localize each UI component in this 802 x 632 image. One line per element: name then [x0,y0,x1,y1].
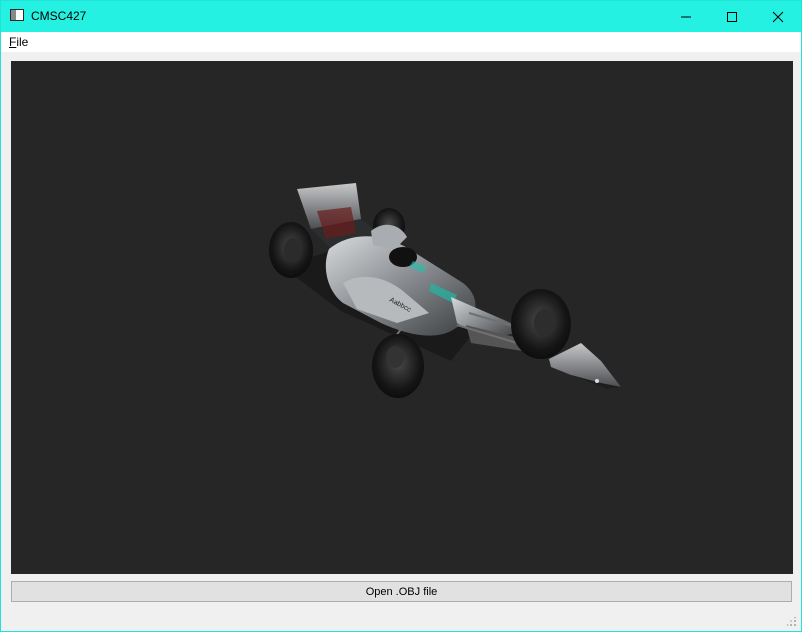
menu-file-label: ile [16,35,29,49]
open-obj-file-button[interactable]: Open .OBJ file [11,581,792,602]
maximize-icon [727,11,737,22]
minimize-icon [681,16,691,17]
app-window: CMSC427 File Aabbcc Open .OBJ file [0,0,802,632]
title-bar[interactable]: CMSC427 [1,1,801,32]
gl-viewport[interactable]: Aabbcc [11,61,793,574]
car-model-render: Aabbcc [269,183,621,398]
close-icon [772,11,784,22]
menu-file[interactable]: File [9,35,28,49]
minimize-button[interactable] [663,1,709,32]
close-button[interactable] [755,1,801,32]
maximize-button[interactable] [709,1,755,32]
resize-grip-icon[interactable] [787,617,797,627]
app-window-icon [10,9,24,21]
menu-bar: File [1,32,801,52]
window-title: CMSC427 [31,9,87,23]
